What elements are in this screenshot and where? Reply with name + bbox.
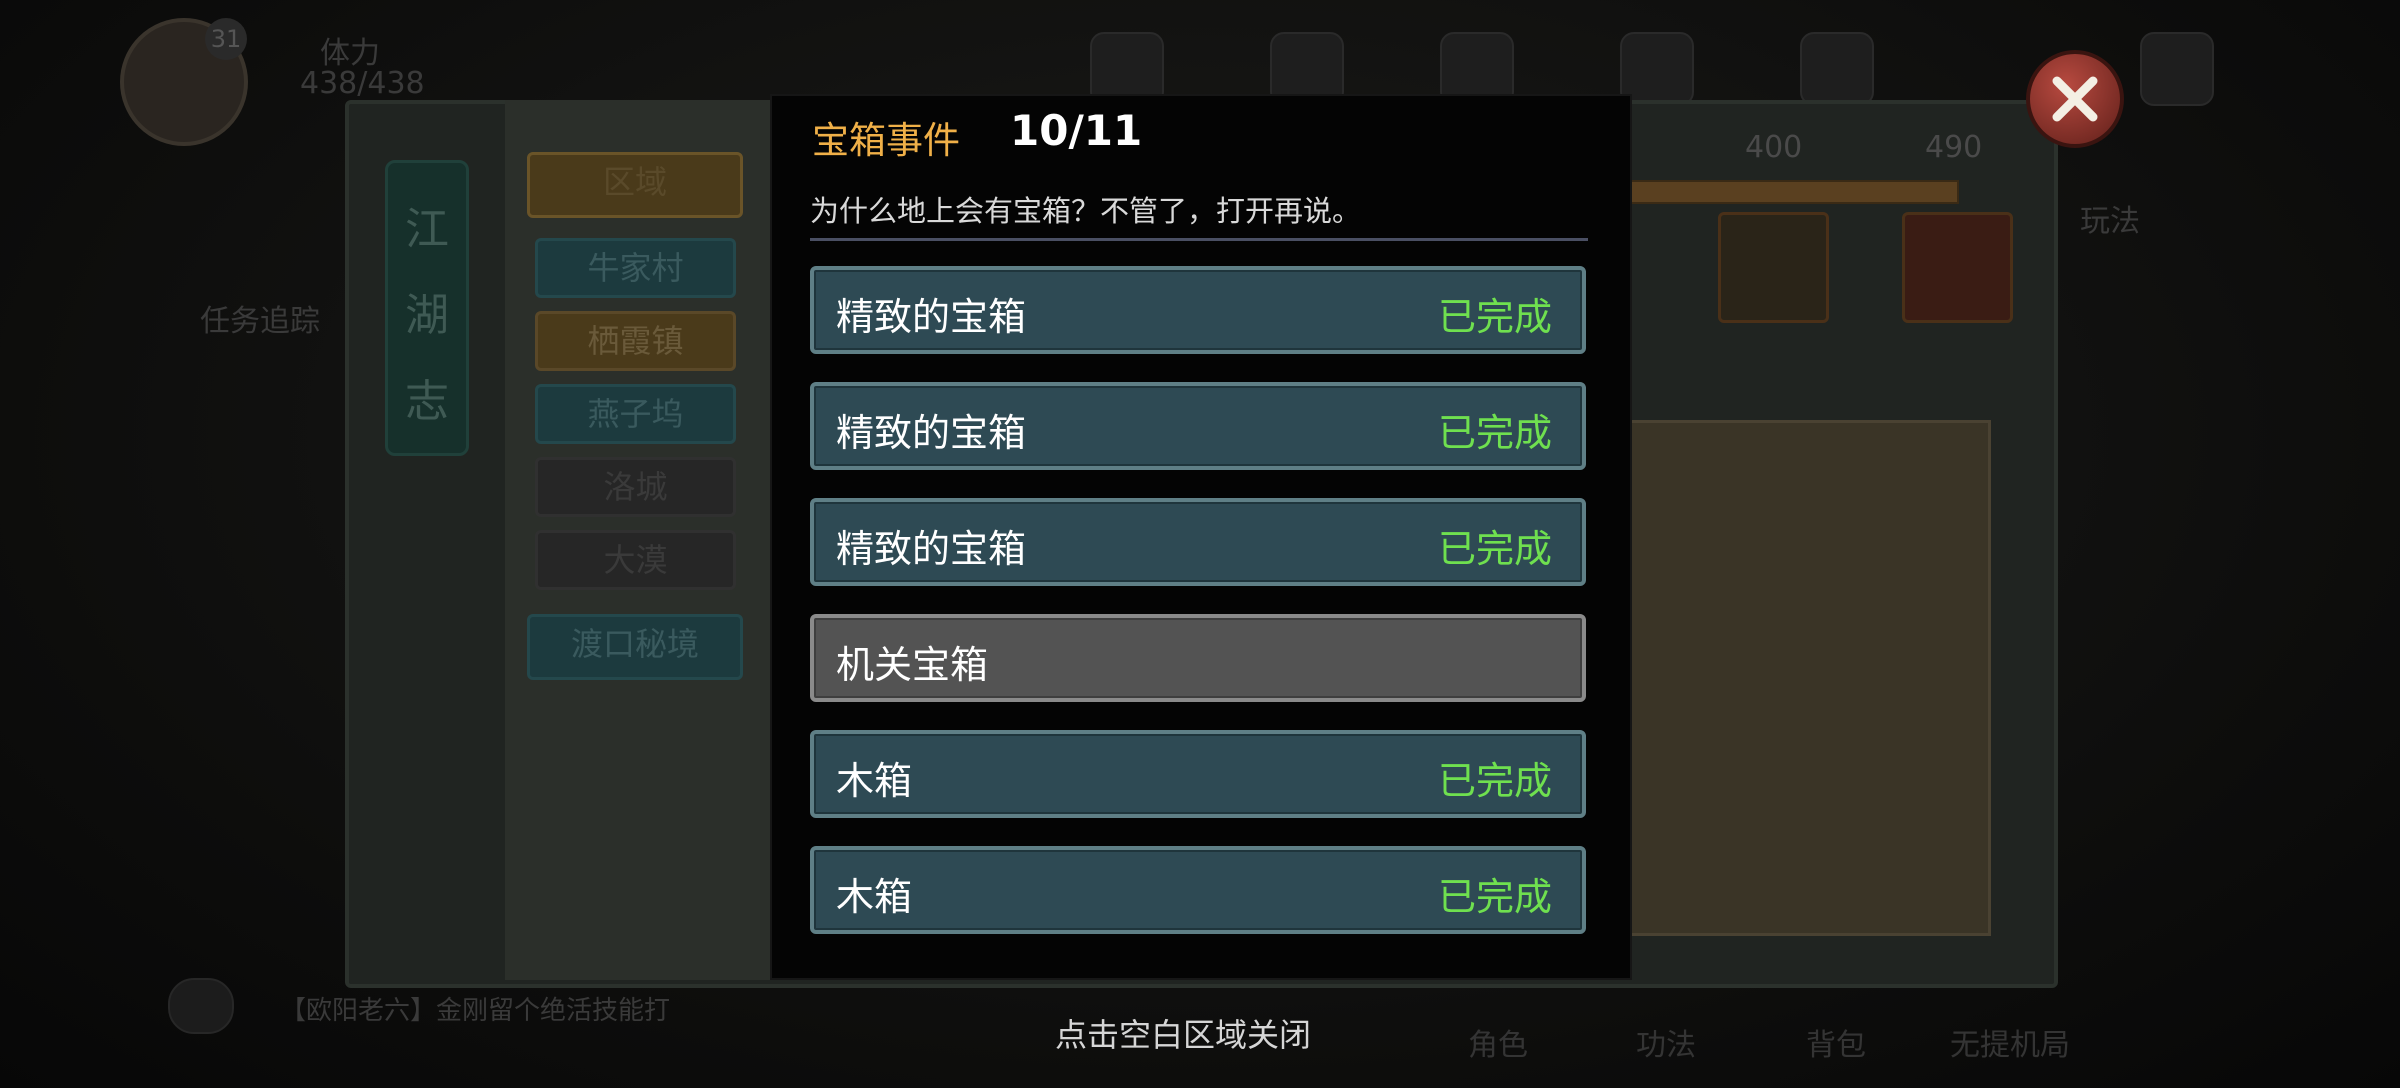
modal-divider: [810, 238, 1588, 241]
modal-title: 宝箱事件: [812, 119, 960, 162]
treasure-item-2[interactable]: 精致的宝箱 已完成: [810, 382, 1586, 470]
modal-progress-count: 10/11: [1010, 106, 1143, 155]
treasure-item-name: 机关宝箱: [836, 643, 989, 687]
region-button-damo-locked[interactable]: 大漠: [535, 530, 736, 590]
stat-value: 438/438: [300, 66, 425, 101]
treasure-item-3[interactable]: 精致的宝箱 已完成: [810, 498, 1586, 586]
close-icon: [2052, 76, 2098, 122]
secret-realm-button[interactable]: 渡口秘境: [527, 614, 743, 680]
scroll-char-1: 江: [405, 204, 449, 255]
player-level-badge: 31: [205, 18, 247, 60]
region-button-luocheng-locked[interactable]: 洛城: [535, 457, 736, 517]
quest-tracker-header[interactable]: 任务追踪: [200, 296, 320, 340]
close-button[interactable]: [2026, 50, 2124, 148]
top-menu-icon-6[interactable]: [2140, 32, 2214, 106]
bottom-tab-bag[interactable]: 背包: [1806, 1020, 1866, 1064]
treasure-item-1[interactable]: 精致的宝箱 已完成: [810, 266, 1586, 354]
reward-progress-bar: [1620, 180, 1959, 204]
reward-threshold-1: 400: [1745, 130, 1803, 165]
treasure-item-name: 木箱: [836, 759, 913, 803]
tap-outside-to-close-hint[interactable]: 点击空白区域关闭: [1055, 1010, 1311, 1056]
treasure-item-status: 已完成: [1437, 759, 1552, 803]
treasure-item-5[interactable]: 木箱 已完成: [810, 730, 1586, 818]
modal-description: 为什么地上会有宝箱？不管了，打开再说。: [810, 194, 1362, 228]
top-menu-icon-5[interactable]: [1800, 32, 1874, 106]
treasure-item-name: 精致的宝箱: [836, 527, 1027, 571]
treasure-item-status: 已完成: [1437, 527, 1552, 571]
scroll-char-3: 志: [405, 376, 449, 427]
bottom-tab-extra[interactable]: 无提机局: [1950, 1020, 2070, 1064]
treasure-item-status: 已完成: [1437, 411, 1552, 455]
treasure-item-name: 木箱: [836, 875, 913, 919]
treasure-item-6[interactable]: 木箱 已完成: [810, 846, 1586, 934]
treasure-item-name: 精致的宝箱: [836, 411, 1027, 455]
region-button-niujiacun[interactable]: 牛家村: [535, 238, 736, 298]
journal-title-scroll: 江 湖 志: [385, 160, 469, 456]
reward-box-claimed[interactable]: [1718, 212, 1829, 323]
reward-box-pending[interactable]: [1902, 212, 2013, 323]
treasure-item-4[interactable]: 机关宝箱: [810, 614, 1586, 702]
bottom-tab-character[interactable]: 角色: [1468, 1020, 1528, 1064]
scroll-char-2: 湖: [405, 290, 449, 341]
chat-bubble-icon[interactable]: [168, 978, 234, 1034]
chat-message[interactable]: 【欧阳老六】金刚留个绝活技能打: [280, 990, 670, 1027]
region-button-qixiazhen[interactable]: 栖霞镇: [535, 311, 736, 371]
treasure-item-status: 已完成: [1437, 295, 1552, 339]
region-map[interactable]: [1620, 420, 1991, 936]
treasure-item-name: 精致的宝箱: [836, 295, 1027, 339]
play-guide-tab[interactable]: 玩法: [2080, 196, 2140, 240]
bottom-tab-skills[interactable]: 功法: [1636, 1020, 1696, 1064]
region-button-yanziwu[interactable]: 燕子坞: [535, 384, 736, 444]
reward-threshold-2: 490: [1925, 130, 1983, 165]
region-header: 区域: [527, 152, 743, 218]
treasure-item-status: 已完成: [1437, 875, 1552, 919]
